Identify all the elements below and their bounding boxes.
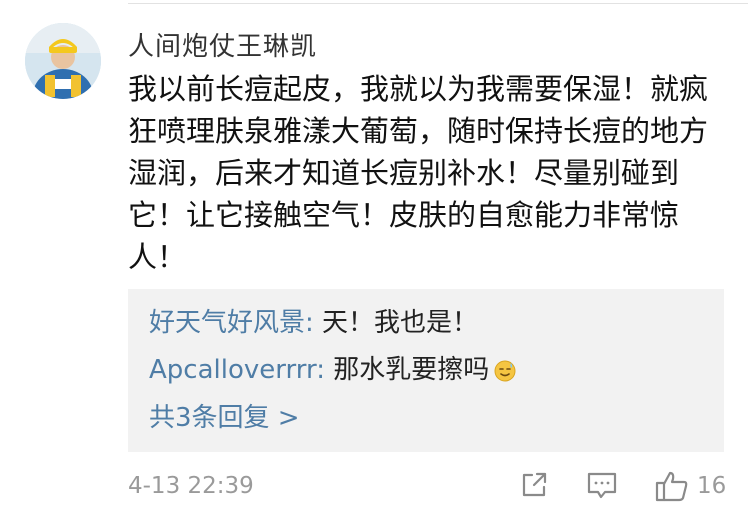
sweat-smile-emoji-icon (493, 357, 517, 393)
reply-item[interactable]: 好天气好风景: 天！我也是！ (149, 305, 478, 341)
reply-author[interactable]: 好天气好风景 (149, 308, 305, 338)
reply-box[interactable]: 好天气好风景: 天！我也是！ Apcalloverrrr: 那水乳要擦吗 共3条… (128, 289, 724, 452)
comment-author[interactable]: 人间炮仗王琳凯 (128, 26, 317, 63)
share-icon[interactable] (519, 470, 549, 504)
reply-item[interactable]: Apcalloverrrr: 那水乳要擦吗 (149, 352, 517, 393)
reply-separator: : (316, 355, 334, 385)
reply-text: 那水乳要擦吗 (333, 355, 490, 385)
avatar[interactable] (25, 23, 101, 99)
more-replies-link[interactable]: 共3条回复 > (149, 400, 300, 436)
reply-separator: : (305, 308, 323, 338)
comment-text: 我以前长痘起皮，我就以为我需要保湿！就疯狂喷理肤泉雅漾大葡萄，随时保持长痘的地方… (128, 72, 709, 274)
comment-timestamp: 4-13 22:39 (128, 473, 254, 499)
avatar-image (25, 23, 101, 99)
thumbs-up-icon[interactable] (655, 470, 689, 506)
like-count: 16 (697, 473, 727, 499)
reply-author[interactable]: Apcalloverrrr (149, 355, 316, 385)
reply-text: 天！我也是！ (322, 308, 479, 338)
top-divider (128, 3, 748, 4)
comment-icon[interactable] (586, 470, 618, 504)
